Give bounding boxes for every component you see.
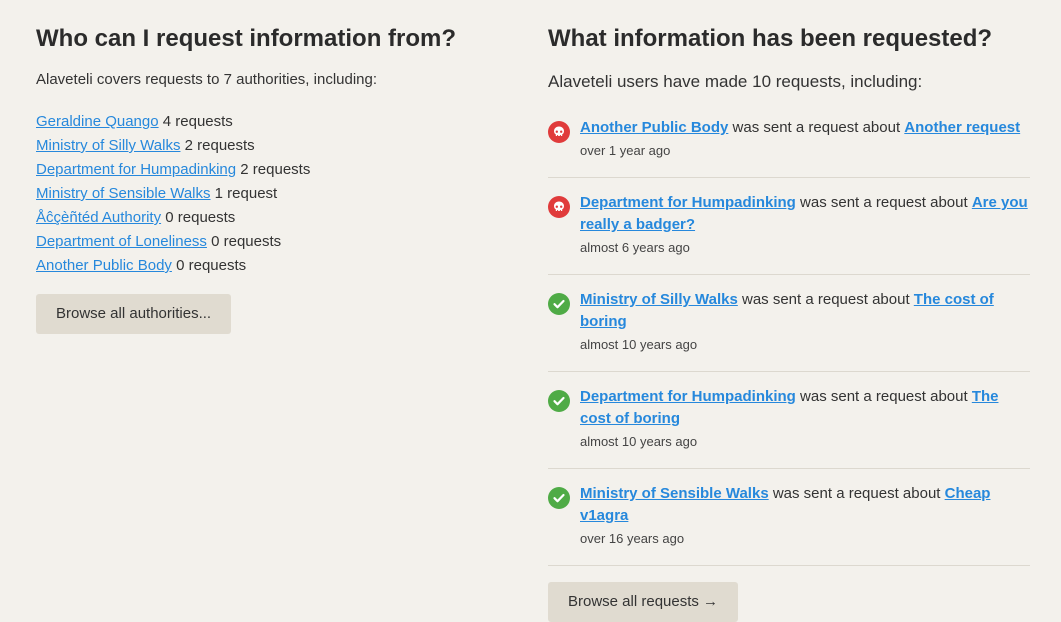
list-item: Ministry of Sensible Walks was sent a re… xyxy=(548,483,1030,566)
authority-link[interactable]: Department for Humpadinking xyxy=(36,161,236,178)
request-connector: was sent a request about xyxy=(742,291,910,308)
request-summary: Department for Humpadinking was sent a r… xyxy=(580,386,1030,430)
request-summary: Ministry of Sensible Walks was sent a re… xyxy=(580,483,1030,527)
list-item: Department for Humpadinking 2 requests xyxy=(36,158,496,182)
requests-intro: Alaveteli users have made 10 requests, i… xyxy=(548,72,923,91)
authority-link[interactable]: Ministry of Silly Walks xyxy=(36,137,180,154)
request-title-link[interactable]: Another request xyxy=(904,119,1020,136)
requests-heading: What information has been requested? xyxy=(548,25,993,52)
list-item: Department for Humpadinking was sent a r… xyxy=(548,386,1030,469)
list-item: Ministry of Silly Walks was sent a reque… xyxy=(548,289,1030,372)
authorities-intro: Alaveteli covers requests to 7 authoriti… xyxy=(36,71,378,88)
request-summary: Another Public Body was sent a request a… xyxy=(580,117,1030,139)
authority-request-count: 0 requests xyxy=(211,233,282,250)
request-time: almost 10 years ago xyxy=(580,337,698,352)
list-item: Geraldine Quango 4 requests xyxy=(36,110,496,134)
authority-link[interactable]: Another Public Body xyxy=(36,257,172,274)
request-body-link[interactable]: Department for Humpadinking xyxy=(580,194,796,211)
authority-request-count: 2 requests xyxy=(240,161,311,178)
request-time: almost 6 years ago xyxy=(580,240,690,255)
request-summary: Ministry of Silly Walks was sent a reque… xyxy=(580,289,1030,333)
list-item: Another Public Body 0 requests xyxy=(36,254,496,278)
check-icon xyxy=(548,487,570,509)
check-icon xyxy=(548,390,570,412)
request-connector: was sent a request about xyxy=(800,388,968,405)
requests-section: What information has been requested? Ala… xyxy=(548,22,1030,622)
list-item: Ministry of Sensible Walks 1 request xyxy=(36,182,496,206)
request-body-link[interactable]: Department for Humpadinking xyxy=(580,388,796,405)
authority-link[interactable]: Geraldine Quango xyxy=(36,113,159,130)
authority-request-count: 4 requests xyxy=(162,113,233,130)
request-body-link[interactable]: Another Public Body xyxy=(580,119,728,136)
request-time: almost 10 years ago xyxy=(580,434,698,449)
browse-authorities-button[interactable]: Browse all authorities... xyxy=(36,294,232,334)
list-item: Åĉçèñtéd Authority 0 requests xyxy=(36,206,496,230)
browse-requests-button[interactable]: Browse all requests → xyxy=(548,582,739,622)
skull-icon xyxy=(548,121,570,143)
authority-link[interactable]: Åĉçèñtéd Authority xyxy=(36,209,161,226)
authority-link[interactable]: Department of Loneliness xyxy=(36,233,207,250)
request-list: Another Public Body was sent a request a… xyxy=(548,117,1030,566)
skull-icon xyxy=(548,196,570,218)
authority-request-count: 2 requests xyxy=(184,137,255,154)
request-connector: was sent a request about xyxy=(772,485,941,502)
authority-request-count: 0 requests xyxy=(176,257,247,274)
list-item: Another Public Body was sent a request a… xyxy=(548,117,1030,178)
list-item: Department for Humpadinking was sent a r… xyxy=(548,192,1030,275)
authorities-heading: Who can I request information from? xyxy=(36,25,457,52)
request-summary: Department for Humpadinking was sent a r… xyxy=(580,192,1030,236)
authority-list: Geraldine Quango 4 requests Ministry of … xyxy=(36,110,496,278)
request-body-link[interactable]: Ministry of Sensible Walks xyxy=(580,485,769,502)
list-item: Ministry of Silly Walks 2 requests xyxy=(36,134,496,158)
authorities-section: Who can I request information from? Alav… xyxy=(36,22,496,334)
request-time: over 1 year ago xyxy=(580,143,671,158)
request-body-link[interactable]: Ministry of Silly Walks xyxy=(580,291,738,308)
authority-request-count: 1 request xyxy=(214,185,278,202)
check-icon xyxy=(548,293,570,315)
authority-link[interactable]: Ministry of Sensible Walks xyxy=(36,185,211,202)
request-connector: was sent a request about xyxy=(800,194,968,211)
authority-request-count: 0 requests xyxy=(165,209,236,226)
list-item: Department of Loneliness 0 requests xyxy=(36,230,496,254)
request-time: over 16 years ago xyxy=(580,531,685,546)
request-connector: was sent a request about xyxy=(732,119,901,136)
